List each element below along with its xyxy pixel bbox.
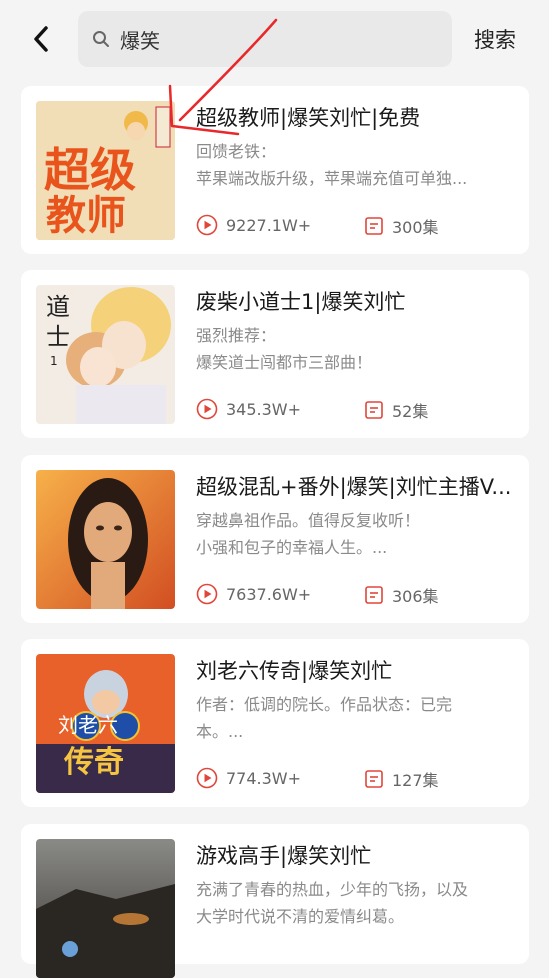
list-icon [365, 401, 383, 419]
play-icon [196, 398, 218, 420]
result-meta: 774.3W+ 127集 [196, 767, 516, 791]
svg-text:传奇: 传奇 [63, 745, 124, 780]
play-count: 774.3W+ [196, 767, 301, 789]
result-description: 穿越鼻祖作品。值得反复收听！ 小强和包子的幸福人生。... [196, 511, 421, 557]
play-count: 7637.6W+ [196, 583, 311, 605]
cover-image: 道 士 1 [36, 285, 175, 424]
cover-title-text: 超级 [44, 143, 136, 197]
result-card[interactable]: 超级 教师 超级教师|爆笑刘忙|免费 回馈老铁： 苹果端改版升级，苹果端充值可单… [21, 86, 529, 254]
chevron-left-icon [34, 26, 48, 52]
back-button[interactable] [26, 24, 56, 54]
result-title: 超级教师|爆笑刘忙|免费 [196, 106, 421, 130]
play-icon [196, 214, 218, 236]
result-title: 刘老六传奇|爆笑刘忙 [196, 659, 393, 683]
play-count: 345.3W+ [196, 398, 301, 420]
search-button[interactable]: 搜索 [474, 24, 516, 54]
episode-count: 306集 [364, 583, 439, 607]
list-icon [365, 586, 383, 604]
cover-image [36, 839, 175, 978]
result-title: 超级混乱+番外|爆笑|刘忙主播V... [196, 475, 512, 499]
result-meta: 345.3W+ 52集 [196, 398, 516, 422]
result-description: 作者：低调的院长。作品状态：已完 本。... [196, 695, 453, 741]
result-card[interactable]: 超级混乱+番外|爆笑|刘忙主播V... 穿越鼻祖作品。值得反复收听！ 小强和包子… [21, 455, 529, 623]
cover-image: 超级 教师 [36, 101, 175, 240]
cover-image [36, 470, 175, 609]
svg-text:士: 士 [46, 323, 70, 351]
play-icon [196, 583, 218, 605]
svg-text:1: 1 [50, 354, 58, 368]
result-description: 充满了青春的热血，少年的飞扬，以及 大学时代说不清的爱情纠葛。 [196, 880, 469, 926]
search-input[interactable]: 爆笑 [78, 11, 452, 67]
play-count: 9227.1W+ [196, 214, 311, 236]
play-icon [196, 767, 218, 789]
svg-text:道: 道 [46, 293, 70, 321]
cover-image: 刘老六 传奇 [36, 654, 175, 793]
result-meta: 7637.6W+ 306集 [196, 583, 516, 607]
result-description: 强烈推荐： 爆笑道士闯都市三部曲！ [196, 326, 373, 372]
result-title: 游戏高手|爆笑刘忙 [196, 844, 372, 868]
list-icon [365, 217, 383, 235]
result-description: 回馈老铁： 苹果端改版升级，苹果端充值可单独... [196, 142, 468, 188]
result-card[interactable]: 道 士 1 废柴小道士1|爆笑刘忙 强烈推荐： 爆笑道士闯都市三部曲！ 345.… [21, 270, 529, 438]
result-card[interactable]: 游戏高手|爆笑刘忙 充满了青春的热血，少年的飞扬，以及 大学时代说不清的爱情纠葛… [21, 824, 529, 978]
result-title: 废柴小道士1|爆笑刘忙 [196, 290, 406, 314]
search-icon [93, 31, 109, 47]
top-bar: 爆笑 搜索 [0, 0, 549, 80]
svg-text:教师: 教师 [46, 193, 126, 239]
list-icon [365, 770, 383, 788]
episode-count: 127集 [364, 767, 439, 791]
episode-count: 300集 [364, 214, 439, 238]
result-card[interactable]: 刘老六 传奇 刘老六传奇|爆笑刘忙 作者：低调的院长。作品状态：已完 本。...… [21, 639, 529, 807]
episode-count: 52集 [364, 398, 428, 422]
search-query-text: 爆笑 [120, 28, 160, 53]
svg-text:刘老六: 刘老六 [58, 713, 118, 737]
result-meta: 9227.1W+ 300集 [196, 214, 516, 238]
